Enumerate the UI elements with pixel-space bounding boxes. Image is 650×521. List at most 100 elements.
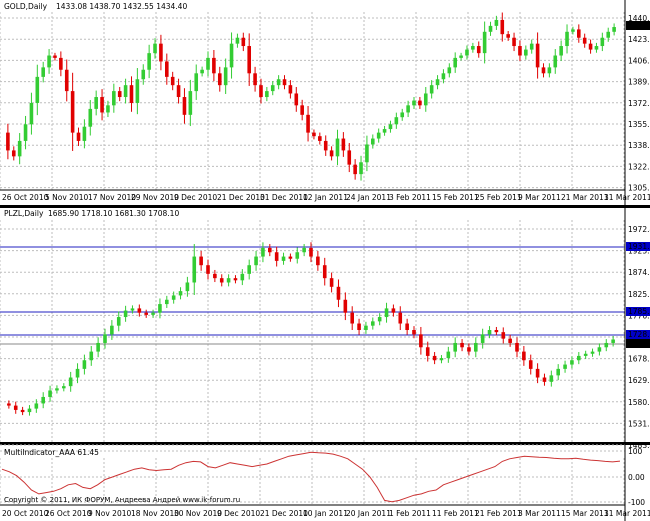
indicator-date-label: 10 Jan 2011 [303,509,348,518]
gold-candle [359,162,363,175]
gold-date-label: 17 Nov 2010 [88,193,136,202]
plzl-last-price: 1708.10 [628,339,650,348]
gold-candle [253,73,257,86]
gold-candle [553,55,558,68]
indicator-date-label: 20 Jan 2011 [346,509,391,518]
plzl-candle [20,409,25,413]
gold-candle [318,136,322,141]
plzl-candle [137,308,142,313]
gold-candle [6,132,10,151]
plzl-candle [474,342,478,352]
plzl-candle [103,334,107,343]
gold-date-label: 12 Jan 2011 [303,193,348,202]
plzl-price-label: 1825.05 [628,290,650,299]
plzl-candle [515,342,519,352]
plzl-candle [68,377,73,387]
gold-candle [382,129,387,133]
gold-candle [500,19,505,35]
panel-separator[interactable] [0,205,650,208]
indicator-date-label: 15 Mar 2011 [561,509,609,518]
gold-candle [223,67,228,86]
gold-candle [241,37,246,47]
gold-candle [606,31,611,38]
plzl-candle [199,256,203,266]
gold-candle [388,124,393,130]
plzl-candle [522,351,526,361]
plzl-candle [62,386,66,389]
gold-date-label: 21 Dec 2010 [217,193,265,202]
gold-date-label: 15 Feb 2011 [432,193,479,202]
gold-candle [453,57,457,68]
gold-candle [106,105,110,113]
plzl-candle [165,299,169,305]
gold-candle [471,46,475,50]
plzl-candle [412,330,416,335]
chart-canvas: 1440.701423.701406.701389.701372.701355.… [0,0,650,521]
gold-candle [176,85,181,98]
gold-candle [70,91,75,133]
gold-candle [335,138,340,157]
plzl-candle [171,295,176,300]
gold-candle [512,37,516,47]
plzl-candle [542,377,547,382]
gold-candle [41,67,45,77]
gold-candle [276,79,281,86]
gold-ohlc: 1433.08 1438.70 1432.55 1434.40 [56,2,187,11]
gold-candle [547,67,552,74]
gold-last-price: 1434.40 [628,21,650,30]
gold-candle [188,91,193,115]
gold-candle [247,46,251,74]
gold-candle [147,53,151,70]
gold-candle [76,132,81,141]
plzl-candle [611,339,615,343]
gold-candle [582,37,587,44]
plzl-candle [281,256,286,261]
indicator-date-label: 20 Oct 2010 [2,509,49,518]
plzl-candle [144,312,148,315]
plzl-candle [7,403,11,406]
plzl-candle [254,256,258,266]
gold-candle [341,138,346,151]
plzl-candle [405,323,409,330]
level-label: 1931.22 [628,242,650,251]
gold-candle [535,43,540,68]
gold-candle [123,85,128,98]
plzl-candle [192,256,197,283]
gold-candle [529,43,534,50]
gold-candle [117,91,122,98]
plzl-candle [268,247,272,253]
gold-candle [423,93,428,106]
plzl-price-label: 1629.05 [628,376,650,385]
gold-candle [600,37,605,47]
plzl-candle [82,360,87,369]
gold-candle [376,132,381,139]
gold-candle [329,150,334,157]
plzl-candle [185,282,190,292]
gold-candle [59,57,63,70]
gold-candle [482,31,487,54]
gold-candle [64,69,69,92]
plzl-candle [322,265,327,279]
gold-price-label: 1372.70 [628,99,650,108]
gold-date-label: 21 Mar 2011 [561,193,609,202]
gold-candle [412,100,416,106]
plzl-candle [467,347,471,352]
plzl-candle [425,347,430,356]
plzl-candle [453,342,457,352]
plzl-candle [206,265,210,274]
indicator-date-label: 31 Mar 2011 [604,509,650,518]
plzl-candle [583,353,588,356]
gold-price-label: 1406.70 [628,56,650,65]
gold-price-label: 1305.20 [628,184,650,193]
gold-date-label: 9 Dec 2010 [174,193,217,202]
plzl-candle [419,334,423,348]
gold-candle [400,112,405,118]
gold-candle [459,55,463,58]
trading-terminal-window: 1440.701423.701406.701389.701372.701355.… [0,0,650,521]
plzl-candle [110,325,114,335]
gold-candle [312,132,316,137]
gold-candle [11,150,16,157]
gold-candle [559,46,563,56]
gold-candle [153,43,157,54]
gold-candle [306,114,310,133]
